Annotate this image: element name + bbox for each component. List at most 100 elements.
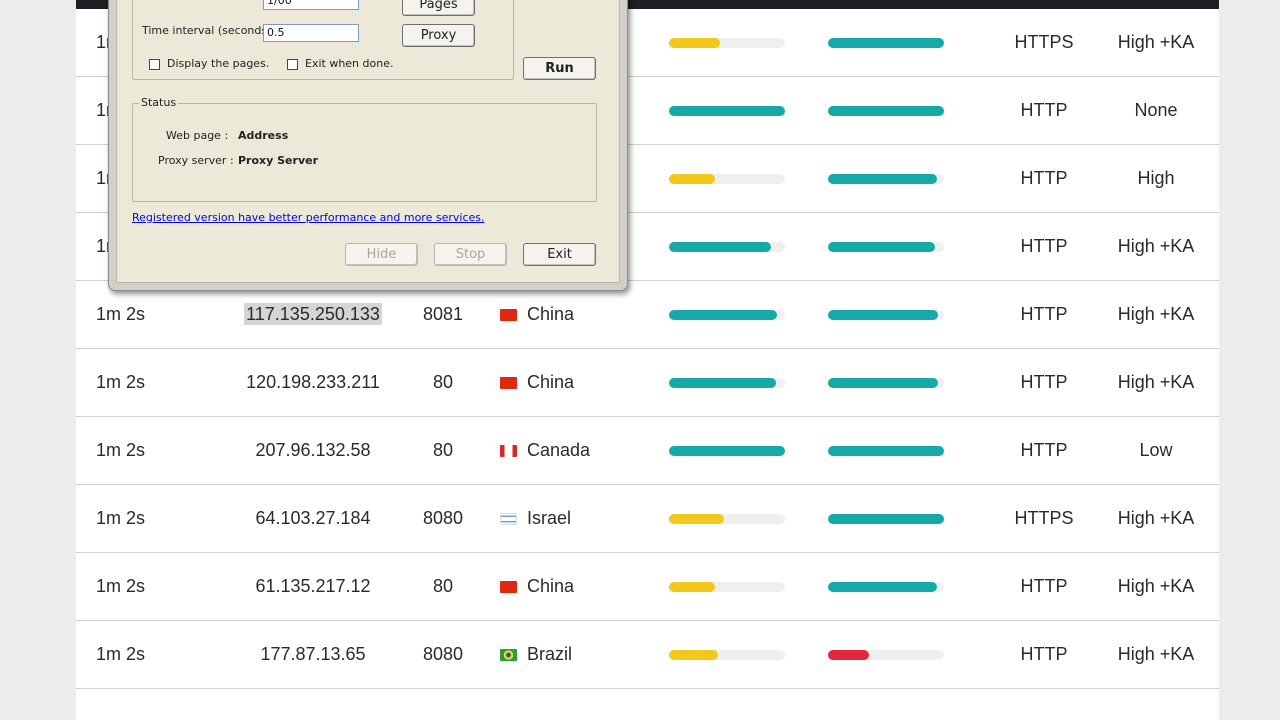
speed-bar-fill xyxy=(669,650,718,660)
cell-protocol: HTTP xyxy=(1020,644,1068,664)
cell-port: 8081 xyxy=(422,304,464,324)
connection-bar xyxy=(828,310,944,320)
number-of-hits-input[interactable]: 1/00 xyxy=(263,0,359,10)
speed-bar-fill xyxy=(669,514,724,524)
speed-bar-fill xyxy=(669,378,776,388)
cell-anonymity: High +KA xyxy=(1117,372,1195,392)
speed-bar xyxy=(669,650,785,660)
connection-bar-fill xyxy=(828,514,944,524)
cell-anonymity: High xyxy=(1137,168,1175,188)
cell-protocol: HTTPS xyxy=(1014,32,1074,52)
cell-country: Canada xyxy=(500,417,590,484)
cell-anonymity: Low xyxy=(1139,440,1173,460)
cell-ip: 177.87.13.65 xyxy=(236,621,390,688)
cell-ip: 207.96.132.58 xyxy=(236,417,390,484)
br-flag-icon xyxy=(500,649,517,661)
registered-version-link[interactable]: Registered version have better performan… xyxy=(132,211,484,224)
ip-text: 207.96.132.58 xyxy=(255,440,371,460)
cell-protocol: HTTP xyxy=(1020,100,1068,120)
country-name: Brazil xyxy=(527,644,573,664)
stop-button[interactable]: Stop xyxy=(434,243,507,266)
interval-label: Time interval (seconds) xyxy=(142,24,272,37)
web-page-label: Web page : xyxy=(166,129,229,142)
table-row[interactable]: 1m 2s 177.87.13.65 8080 Brazil HTTP High +KA xyxy=(76,621,1219,689)
cell-country: China xyxy=(500,349,574,416)
cn-flag-icon xyxy=(500,309,517,321)
cell-country: Israel xyxy=(500,485,571,552)
speed-bar xyxy=(669,582,785,592)
country-name: Canada xyxy=(527,440,591,460)
screen: 1m 2s HTTPS High +KA 1m 2s HTTP None 1m 2s HTTP… xyxy=(0,0,1280,720)
cell-anonymity: High +KA xyxy=(1117,508,1195,528)
cell-anonymity: High +KA xyxy=(1117,576,1195,596)
speed-bar-fill xyxy=(669,242,772,252)
country-name: China xyxy=(527,372,575,392)
cell-protocol: HTTPS xyxy=(1014,508,1074,528)
connection-bar-fill xyxy=(828,106,944,116)
cell-anonymity: None xyxy=(1134,100,1178,120)
hit-tool-dialog: 1/00 Time interval (seconds) 0.5 Pages P… xyxy=(108,0,628,291)
table-row[interactable]: 1m 2s 61.135.217.12 80 China HTTP High +KA xyxy=(76,553,1219,621)
speed-bar xyxy=(669,242,785,252)
speed-bar xyxy=(669,310,785,320)
speed-bar-fill xyxy=(669,310,777,320)
connection-bar xyxy=(828,38,944,48)
cn-flag-icon xyxy=(500,581,517,593)
ip-text: 177.87.13.65 xyxy=(260,644,366,664)
cell-country: Brazil xyxy=(500,621,572,688)
cell-protocol: HTTP xyxy=(1020,372,1068,392)
connection-bar xyxy=(828,514,944,524)
pages-button[interactable]: Pages xyxy=(402,0,475,16)
display-pages-checkbox[interactable] xyxy=(149,59,160,70)
dialog-body: 1/00 Time interval (seconds) 0.5 Pages P… xyxy=(116,0,620,283)
exit-when-done-checkbox[interactable] xyxy=(287,59,298,70)
connection-bar-fill xyxy=(828,582,938,592)
cell-port: 8080 xyxy=(422,644,464,664)
connection-bar xyxy=(828,582,944,592)
cell-time: 1m 2s xyxy=(96,372,146,392)
speed-bar xyxy=(669,38,785,48)
speed-bar-fill xyxy=(669,174,716,184)
run-button[interactable]: Run xyxy=(523,57,596,80)
status-group-title: Status xyxy=(139,96,179,109)
table-row[interactable]: 1m 2s 117.135.250.133 8081 China HTTP High +K… xyxy=(76,281,1219,349)
exit-button[interactable]: Exit xyxy=(523,243,596,266)
ip-text: 117.135.250.133 xyxy=(244,303,382,325)
proxy-server-value: Proxy Server xyxy=(238,154,319,167)
connection-bar xyxy=(828,446,944,456)
cell-time: 1m 2s xyxy=(96,644,146,664)
cell-time: 1m 2s xyxy=(96,440,146,460)
interval-input[interactable]: 0.5 xyxy=(263,24,359,42)
table-row[interactable]: 1m 2s 64.103.27.184 8080 Israel HTTPS High +K… xyxy=(76,485,1219,553)
cell-protocol: HTTP xyxy=(1020,304,1068,324)
connection-bar-fill xyxy=(828,242,935,252)
cell-anonymity: High +KA xyxy=(1117,644,1195,664)
cell-protocol: HTTP xyxy=(1020,236,1068,256)
status-group xyxy=(132,103,597,202)
cell-country: China xyxy=(500,553,574,620)
proxy-button[interactable]: Proxy xyxy=(402,24,475,47)
ip-text: 64.103.27.184 xyxy=(255,508,371,528)
speed-bar xyxy=(669,378,785,388)
table-row[interactable]: 1m 2s 120.198.233.211 80 China HTTP High +KA xyxy=(76,349,1219,417)
cell-ip: 117.135.250.133 xyxy=(236,281,390,348)
cell-port: 8080 xyxy=(422,508,464,528)
cell-port: 80 xyxy=(432,440,454,460)
speed-bar-fill xyxy=(669,582,716,592)
connection-bar xyxy=(828,106,944,116)
connection-bar xyxy=(828,174,944,184)
web-page-value: Address xyxy=(238,129,289,142)
cell-time: 1m 2s xyxy=(96,576,146,596)
table-row[interactable]: 1m 2s 207.96.132.58 80 Canada HTTP Low xyxy=(76,417,1219,485)
cell-port: 80 xyxy=(432,576,454,596)
speed-bar xyxy=(669,174,785,184)
connection-bar xyxy=(828,242,944,252)
cn-flag-icon xyxy=(500,377,517,389)
ip-text: 120.198.233.211 xyxy=(246,372,380,392)
cell-anonymity: High +KA xyxy=(1117,236,1195,256)
connection-bar xyxy=(828,650,944,660)
hide-button[interactable]: Hide xyxy=(345,243,418,266)
connection-bar-fill xyxy=(828,38,944,48)
ip-text: 61.135.217.12 xyxy=(255,576,371,596)
connection-bar-fill xyxy=(828,378,939,388)
